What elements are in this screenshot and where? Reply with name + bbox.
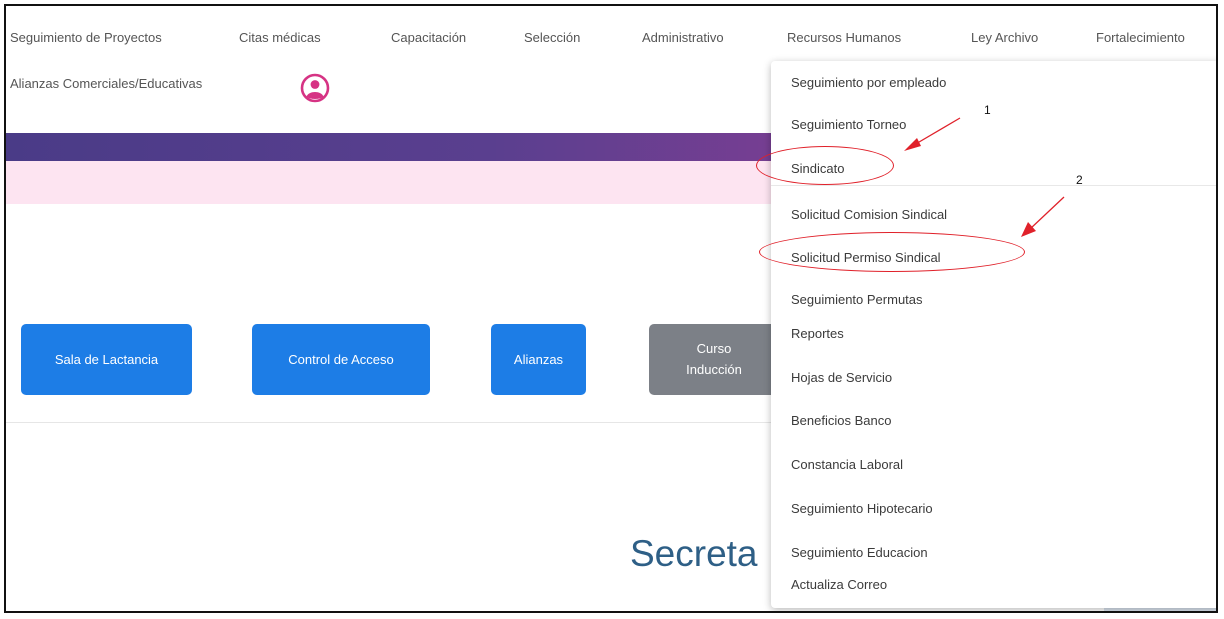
menu-item-seguimiento-hipotecario[interactable]: Seguimiento Hipotecario: [791, 501, 933, 516]
nav-administrativo[interactable]: Administrativo: [642, 30, 724, 45]
alianzas-button[interactable]: Alianzas: [491, 324, 586, 395]
callout-number-2: 2: [1076, 173, 1083, 187]
browser-frame: Seguimiento de Proyectos Citas médicas C…: [4, 4, 1218, 613]
user-circle-icon[interactable]: [300, 73, 330, 103]
menu-item-hojas-servicio[interactable]: Hojas de Servicio: [791, 370, 892, 385]
menu-item-reportes[interactable]: Reportes: [791, 326, 844, 341]
sala-lactancia-button[interactable]: Sala de Lactancia: [21, 324, 192, 395]
nav-ley-archivo[interactable]: Ley Archivo: [971, 30, 1038, 45]
control-acceso-label: Control de Acceso: [288, 352, 394, 367]
page-heading: Secreta: [630, 533, 758, 574]
menu-item-actualiza-correo[interactable]: Actualiza Correo: [791, 577, 887, 592]
sala-lactancia-label: Sala de Lactancia: [54, 352, 159, 367]
nav-fortalecimiento[interactable]: Fortalecimiento: [1096, 30, 1185, 45]
menu-item-beneficios-banco[interactable]: Beneficios Banco: [791, 413, 891, 428]
menu-item-seguimiento-torneo[interactable]: Seguimiento Torneo: [791, 117, 906, 132]
curso-label: Curso: [696, 341, 732, 357]
curso-induccion-button[interactable]: Curso Inducción: [649, 324, 779, 395]
menu-item-solicitud-comision-sindical[interactable]: Solicitud Comision Sindical: [791, 207, 947, 222]
menu-item-seguimiento-permutas[interactable]: Seguimiento Permutas: [791, 292, 923, 307]
menu-item-seguimiento-empleado[interactable]: Seguimiento por empleado: [791, 75, 946, 90]
control-acceso-button[interactable]: Control de Acceso: [252, 324, 430, 395]
menu-item-constancia-laboral[interactable]: Constancia Laboral: [791, 457, 903, 472]
highlight-ellipse-permiso-sindical: [759, 232, 1025, 272]
nav-capacitacion[interactable]: Capacitación: [391, 30, 466, 45]
nav-recursos-humanos[interactable]: Recursos Humanos: [787, 30, 901, 45]
highlight-ellipse-sindicato: [756, 146, 894, 185]
nav-citas-medicas[interactable]: Citas médicas: [239, 30, 321, 45]
nav-seleccion[interactable]: Selección: [524, 30, 580, 45]
alianzas-label: Alianzas: [513, 352, 564, 367]
menu-separator: [771, 185, 1216, 186]
nav-alianzas-comerciales[interactable]: Alianzas Comerciales/Educativas: [10, 76, 202, 91]
induccion-label: Inducción: [686, 361, 742, 377]
callout-number-1: 1: [984, 103, 991, 117]
nav-seguimiento-proyectos[interactable]: Seguimiento de Proyectos: [10, 30, 162, 45]
menu-item-seguimiento-educacion[interactable]: Seguimiento Educacion: [791, 545, 928, 560]
recursos-humanos-dropdown: Seguimiento por empleado Seguimiento Tor…: [771, 61, 1216, 608]
